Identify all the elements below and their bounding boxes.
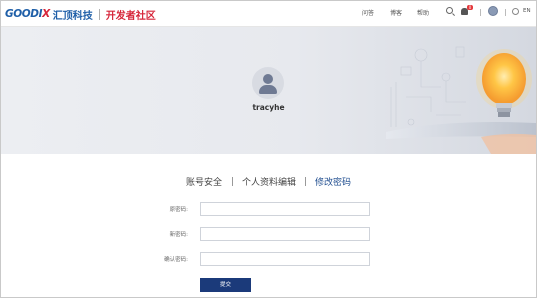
logo-developer-community: 开发者社区 [105,10,156,22]
globe-icon[interactable] [512,8,519,15]
avatar-head [263,74,273,84]
submit-button[interactable]: 提交 [200,278,251,292]
goodix-logo-mark: GOODIX [5,8,50,20]
tab-divider [305,177,306,186]
profile-banner: tracyhe [1,27,536,154]
nav-help[interactable]: 帮助 [417,8,429,17]
top-navbar: GOODIX 汇顶科技 开发者社区 问答 博客 帮助 0 EN [1,1,536,27]
profile-username: tracyhe [252,103,285,112]
settings-tabs: 账号安全 个人资料编辑 修改密码 [1,175,536,189]
old-password-label: 原密码: [169,207,188,213]
tab-divider [232,177,233,186]
new-password-input[interactable] [200,227,370,241]
confirm-password-label: 确认密码: [164,257,188,263]
notification-badge: 0 [467,5,473,10]
confirm-password-input[interactable] [200,252,370,266]
confirm-password-row: 确认密码: [1,252,536,266]
profile-avatar[interactable] [252,67,284,99]
tab-change-password[interactable]: 修改密码 [315,175,351,188]
avatar-body [259,85,277,94]
brand-logo[interactable]: GOODIX 汇顶科技 开发者社区 [5,6,156,22]
new-password-row: 新密码: [1,227,536,241]
tab-account-security[interactable]: 账号安全 [186,175,222,188]
user-avatar[interactable] [488,6,498,16]
nav-blog[interactable]: 博客 [390,8,402,17]
header-divider [505,9,506,16]
nav-qa[interactable]: 问答 [362,8,374,17]
tab-profile-edit[interactable]: 个人资料编辑 [242,175,296,188]
header-divider [480,9,481,16]
language-switch[interactable]: EN [523,8,531,14]
search-icon[interactable] [446,7,453,14]
lightbulb-illustration [386,46,536,154]
old-password-row: 原密码: [1,202,536,216]
old-password-input[interactable] [200,202,370,216]
logo-divider [98,8,100,20]
new-password-label: 新密码: [169,232,188,238]
page-frame: GOODIX 汇顶科技 开发者社区 问答 博客 帮助 0 EN tracyhe … [0,0,537,298]
logo-company-name: 汇顶科技 [52,10,93,22]
